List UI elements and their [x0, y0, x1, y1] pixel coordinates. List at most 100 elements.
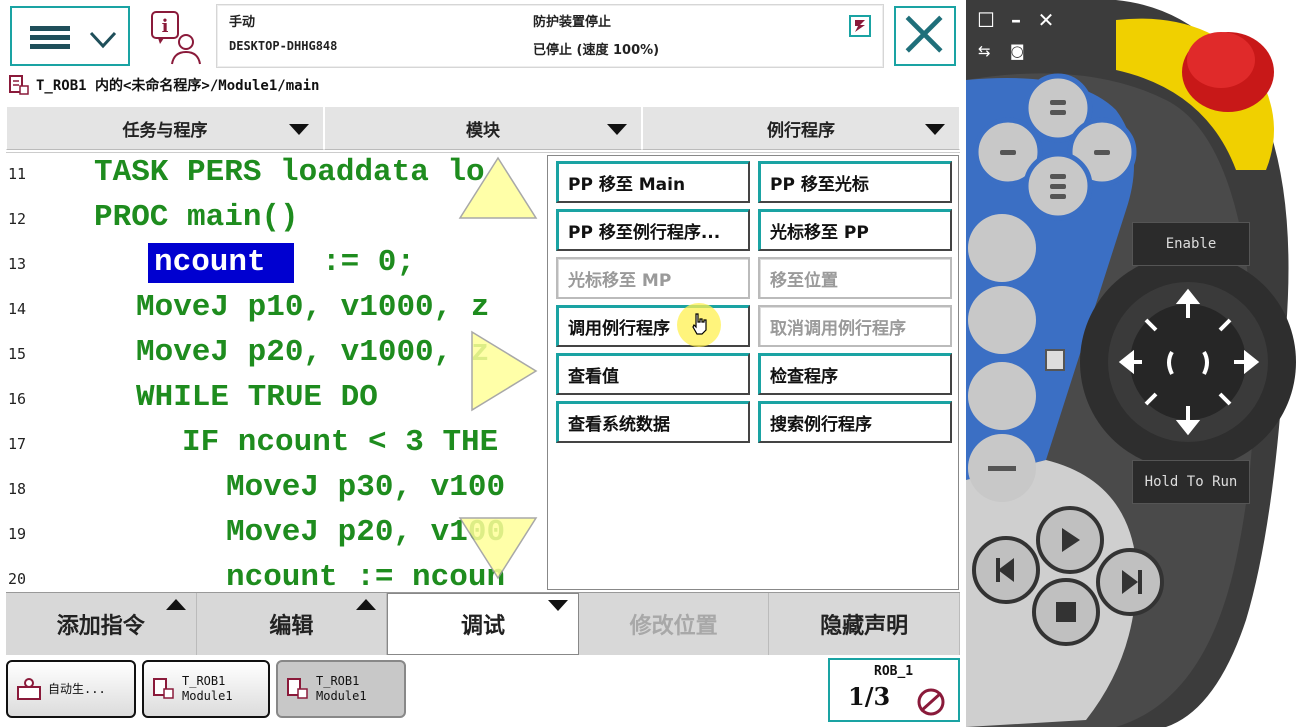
event-log-icon[interactable]: i [148, 8, 206, 66]
scroll-up-button[interactable] [458, 156, 538, 220]
cursor-to-pp-button[interactable]: 光标移至 PP [758, 209, 952, 251]
line-number: 15 [8, 345, 27, 363]
tab-label: 任务与程序 [122, 120, 208, 141]
stop-button[interactable] [1034, 580, 1098, 644]
line-number: 20 [8, 570, 27, 588]
line-number: 16 [8, 390, 27, 408]
line-number: 18 [8, 480, 27, 498]
taskbar-item-autoproduce[interactable]: 自动生... [6, 660, 136, 718]
line-number: 13 [8, 255, 27, 273]
tab-label: 模块 [466, 120, 500, 141]
breadcrumb-path: T_ROB1 内的<未命名程序>/Module1/main [36, 78, 320, 94]
hide-declarations-button[interactable]: 隐藏声明 [769, 593, 960, 655]
main-menu-button[interactable] [10, 6, 130, 66]
editor-tab-bar: 任务与程序 模块 例行程序 [6, 106, 960, 150]
line-number: 12 [8, 210, 27, 228]
camera-icon[interactable]: ◙ [1010, 42, 1025, 60]
dropdown-arrow-icon [925, 124, 945, 135]
edit-label: 编辑 [269, 614, 314, 639]
hand-cursor-icon [692, 313, 707, 335]
increment-fraction: 1/3 [848, 682, 891, 711]
tab-tasks-programs[interactable]: 任务与程序 [6, 106, 324, 150]
restore-icon[interactable]: ☐ [974, 8, 998, 32]
operating-mode: 手动 [229, 15, 256, 30]
tab-routines[interactable]: 例行程序 [642, 106, 960, 150]
taskbar: 自动生... T_ROB1 Module1 T_ROB1 Module1 ROB [0, 656, 966, 727]
guard-status: 防护装置停止 [533, 15, 612, 30]
add-instruction-label: 添加指令 [56, 614, 145, 639]
pp-to-main-button[interactable]: PP 移至 Main [556, 161, 750, 203]
svg-text:i: i [162, 16, 169, 37]
joystick[interactable] [1080, 254, 1296, 470]
code-text: := 0; [322, 245, 416, 280]
line-number: 14 [8, 300, 27, 318]
cancel-call-routine-button: 取消调用例行程序 [758, 305, 952, 347]
hw-axis-toggle-button[interactable] [968, 362, 1036, 430]
quickset-button[interactable]: ROB_1 1/3 [828, 658, 960, 722]
robot-name: ROB_1 [874, 664, 914, 679]
pendant-hardware-panel: ☐ – ✕ ⇆ ◙ Enable Hold To Run [966, 0, 1296, 727]
menu-up-icon [356, 599, 377, 610]
step-backward-button[interactable] [974, 538, 1038, 602]
code-text: WHILE TRUE DO [136, 380, 378, 415]
debug-menu-popup: PP 移至 Main PP 移至光标 PP 移至例行程序... 光标移至 PP … [547, 155, 959, 590]
taskbar-item-label: 自动生... [48, 681, 106, 696]
selected-token[interactable]: ncount [148, 243, 294, 283]
pp-to-cursor-button[interactable]: PP 移至光标 [758, 161, 952, 203]
system-name: DESKTOP-DHHG848 [229, 39, 338, 53]
add-instruction-button[interactable]: 添加指令 [6, 593, 197, 655]
tab-modules[interactable]: 模块 [324, 106, 642, 150]
tab-label: 例行程序 [767, 120, 835, 141]
code-text: MoveJ p20, v1000, z [136, 335, 490, 370]
line-number: 11 [8, 165, 27, 183]
pp-to-routine-button[interactable]: PP 移至例行程序... [556, 209, 750, 251]
taskbar-task-name: T_ROB1 [316, 674, 360, 688]
hamburger-icon [30, 26, 70, 50]
minimize-icon[interactable]: – [1004, 8, 1028, 32]
no-increment-icon [917, 688, 945, 716]
start-button[interactable] [1038, 508, 1102, 572]
dropdown-arrow-icon [289, 124, 309, 135]
edit-button[interactable]: 编辑 [196, 593, 388, 655]
chevron-down-icon [89, 31, 117, 49]
code-text: MoveJ p30, v100 [226, 470, 506, 505]
status-bar[interactable]: 手动 DESKTOP-DHHG848 防护装置停止 已停止 (速度 100%) [216, 4, 884, 68]
menu-down-icon [547, 600, 568, 611]
run-status: 已停止 (速度 100%) [533, 43, 660, 58]
swap-icon[interactable]: ⇆ [978, 42, 991, 60]
taskbar-item-editor-2[interactable]: T_ROB1 Module1 [276, 660, 406, 718]
go-to-position-button: 移至位置 [758, 257, 952, 299]
search-routine-button[interactable]: 搜索例行程序 [758, 401, 952, 443]
hw-increment-button[interactable] [968, 434, 1036, 502]
taskbar-item-editor-1[interactable]: T_ROB1 Module1 [142, 660, 270, 718]
scroll-down-button[interactable] [458, 516, 538, 580]
view-system-data-button[interactable]: 查看系统数据 [556, 401, 750, 443]
production-window-icon [17, 678, 41, 700]
step-forward-button[interactable] [1098, 550, 1162, 614]
debug-button[interactable]: 调试 [387, 593, 579, 655]
cursor-to-mp-button: 光标移至 MP [556, 257, 750, 299]
window-controls: ☐ – ✕ [974, 8, 1058, 32]
close-window-icon[interactable]: ✕ [1034, 8, 1058, 32]
line-number: 17 [8, 435, 27, 453]
hw-motion-mode-button[interactable] [968, 286, 1036, 354]
program-editor-icon [153, 678, 174, 699]
hw-mechanical-unit-button[interactable] [968, 214, 1036, 282]
view-value-button[interactable]: 查看值 [556, 353, 750, 395]
taskbar-module-name: Module1 [316, 689, 367, 703]
breadcrumb: T_ROB1 内的<未命名程序>/Module1/main [8, 72, 319, 98]
line-number: 19 [8, 525, 27, 543]
hw-button-1[interactable] [972, 96, 1034, 158]
emergency-stop-button[interactable] [1182, 30, 1274, 114]
close-icon [905, 15, 943, 53]
program-editor-icon [287, 678, 308, 699]
check-program-button[interactable]: 检查程序 [758, 353, 952, 395]
menu-up-icon [165, 599, 186, 610]
code-text: PROC main() [94, 200, 299, 235]
command-bar: 添加指令 编辑 调试 修改位置 隐藏声明 [6, 592, 960, 655]
debug-label: 调试 [460, 614, 505, 639]
code-text: MoveJ p10, v1000, z [136, 290, 490, 325]
scroll-right-button[interactable] [470, 330, 538, 412]
code-text: TASK PERS loaddata lo [94, 155, 485, 190]
close-button[interactable] [894, 6, 956, 66]
